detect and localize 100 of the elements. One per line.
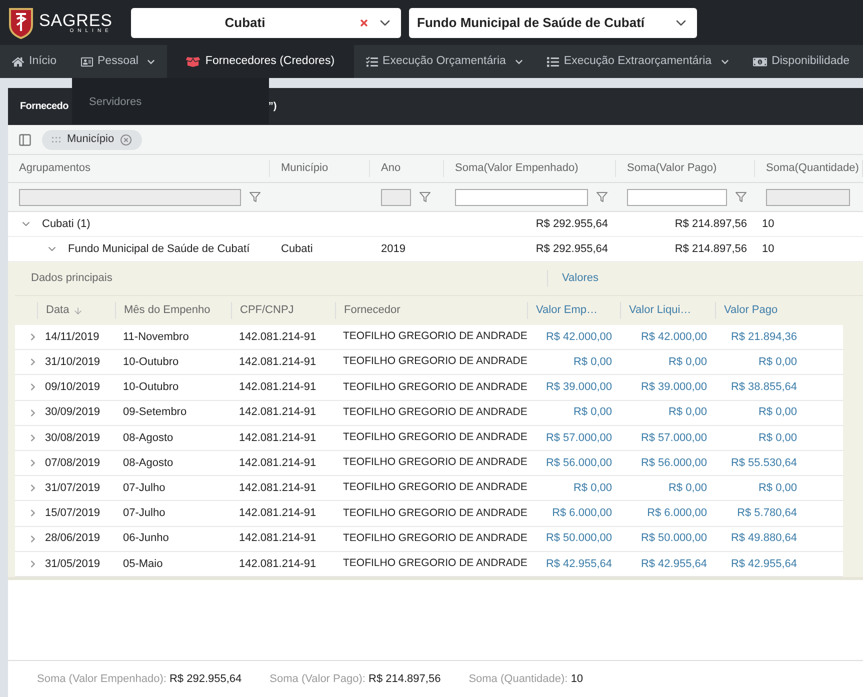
drag-handle-icon[interactable] bbox=[52, 136, 61, 142]
panel-toggle-icon[interactable] bbox=[18, 132, 32, 146]
column-header[interactable]: Fornecedor bbox=[335, 302, 527, 319]
column-header[interactable]: Agrupamentos bbox=[8, 160, 270, 177]
column-header[interactable]: Valor Emp… bbox=[527, 302, 620, 319]
contact-card-icon bbox=[80, 56, 92, 68]
table-cell-text: 142.081.214-91 bbox=[238, 480, 318, 496]
table-cell-text: 142.081.214-91 bbox=[238, 556, 318, 572]
table-cell-text: R$ 0,00 bbox=[757, 480, 798, 496]
column-header[interactable]: Soma(Quantidade) bbox=[755, 160, 863, 177]
panel-title: ”) bbox=[268, 100, 277, 114]
table-cell-text: TEOFILHO GREGORIO DE ANDRADE bbox=[342, 455, 527, 470]
nav-tab[interactable]: Pessoal bbox=[68, 45, 168, 78]
table-cell-text: 09/10/2019 bbox=[44, 380, 102, 396]
expand-row-icon[interactable] bbox=[29, 560, 37, 568]
filter-field[interactable] bbox=[627, 188, 727, 206]
table-cell-text: 10-Outubro bbox=[122, 355, 180, 370]
table-cell-text: TEOFILHO GREGORIO DE ANDRADE bbox=[342, 506, 527, 521]
nav-tab[interactable]: Execução Extraorçamentária bbox=[534, 45, 741, 78]
column-header[interactable]: Ano bbox=[370, 160, 444, 177]
table-cell-text: R$ 50.000,00 bbox=[640, 531, 708, 546]
table-cell-text: R$ 49.880,64 bbox=[730, 531, 798, 546]
select-field[interactable]: Cubati bbox=[131, 8, 401, 38]
table-cell-text: TEOFILHO GREGORIO DE ANDRADE bbox=[342, 430, 527, 445]
panel-title: Fornecedo bbox=[20, 100, 68, 114]
table-cell-text: R$ 39.000,00 bbox=[544, 380, 613, 396]
table-cell-text: R$ 0,00 bbox=[757, 355, 798, 370]
table-cell-text: R$ 55.530,64 bbox=[730, 456, 798, 471]
table-cell-text: 06-Junho bbox=[122, 531, 170, 546]
table-cell-text: R$ 57.000,00 bbox=[640, 430, 708, 446]
filter-icon[interactable] bbox=[419, 191, 431, 203]
table-cell-text: R$ 21.894,36 bbox=[730, 330, 798, 345]
sort-arrow-icon bbox=[73, 306, 84, 316]
table-cell-text: 142.081.214-91 bbox=[238, 506, 318, 522]
table-cell-text: 09-Setembro bbox=[122, 405, 188, 420]
table-cell-text: 07/08/2019 bbox=[44, 456, 102, 471]
column-header[interactable]: Município bbox=[270, 160, 370, 177]
expand-row-icon[interactable] bbox=[29, 509, 37, 518]
table-cell-text: R$ 42.955,64 bbox=[640, 556, 708, 572]
table-cell-text: 30/09/2019 bbox=[44, 405, 102, 420]
filter-icon[interactable] bbox=[735, 191, 747, 203]
table-cell-text: R$ 42.955,64 bbox=[544, 556, 613, 572]
table-cell-text: R$ 42.955,64 bbox=[730, 556, 798, 572]
table-cell-text: 10 bbox=[761, 242, 776, 257]
table-cell-text: 11-Novembro bbox=[122, 330, 190, 345]
column-header[interactable]: Soma(Valor Empenhado) bbox=[444, 160, 616, 177]
column-header[interactable]: Mês do Empenho bbox=[115, 302, 231, 319]
expand-row-icon[interactable] bbox=[29, 434, 37, 442]
table-cell-text: TEOFILHO GREGORIO DE ANDRADE bbox=[342, 329, 527, 344]
expand-row-icon[interactable] bbox=[29, 459, 37, 468]
filter-icon[interactable] bbox=[249, 191, 261, 203]
table-cell-text: R$ 6.000,00 bbox=[551, 506, 613, 522]
group-label: Cubati (1) bbox=[42, 216, 90, 232]
column-header[interactable]: Valor Liqui… bbox=[620, 302, 715, 319]
select-field[interactable]: Fundo Municipal de Saúde de Cubatí bbox=[409, 8, 697, 38]
checklist-icon bbox=[366, 56, 378, 68]
table-cell-text: 14/11/2019 bbox=[44, 330, 100, 345]
nav-tab[interactable]: Início bbox=[0, 45, 68, 78]
filter-field[interactable] bbox=[455, 188, 588, 206]
nav-tab[interactable]: Disponibilidade bbox=[740, 45, 862, 78]
table-cell-text: R$ 5.780,64 bbox=[736, 506, 798, 522]
band-header: Valores bbox=[547, 270, 833, 287]
table-cell-text: TEOFILHO GREGORIO DE ANDRADE bbox=[342, 380, 527, 395]
table-cell-text: R$ 214.897,56 bbox=[674, 216, 748, 232]
table-cell-text: 28/06/2019 bbox=[44, 531, 102, 546]
nav-tab[interactable]: Execução Orçamentária bbox=[354, 45, 535, 78]
clear-icon[interactable] bbox=[359, 18, 369, 28]
expand-row-icon[interactable] bbox=[29, 534, 37, 543]
home-icon bbox=[12, 56, 24, 68]
group-label: Fundo Municipal de Saúde de Cubatí bbox=[68, 242, 250, 257]
table-cell-text: 31/10/2019 bbox=[44, 355, 102, 370]
column-header[interactable]: Data bbox=[37, 302, 115, 319]
table-cell-text: TEOFILHO GREGORIO DE ANDRADE bbox=[342, 530, 527, 546]
group-chip[interactable]: Município bbox=[42, 130, 142, 150]
expand-row-icon[interactable] bbox=[29, 358, 37, 366]
filter-icon[interactable] bbox=[596, 191, 608, 203]
table-cell-text: R$ 0,00 bbox=[757, 430, 798, 446]
column-header[interactable]: Valor Pago bbox=[715, 302, 805, 319]
expand-row-icon[interactable] bbox=[29, 333, 37, 342]
table-cell-text: 10-Outubro bbox=[122, 380, 180, 396]
table-cell-text: TEOFILHO GREGORIO DE ANDRADE bbox=[342, 404, 527, 420]
column-header[interactable]: CPF/CNPJ bbox=[231, 302, 335, 319]
nav-tab[interactable]: Fornecedores (Credores) bbox=[167, 45, 354, 78]
remove-icon[interactable] bbox=[120, 134, 132, 146]
table-cell-text: 142.081.214-91 bbox=[238, 405, 318, 420]
table-cell-text: TEOFILHO GREGORIO DE ANDRADE bbox=[342, 556, 527, 571]
table-cell-text: 142.081.214-91 bbox=[238, 330, 318, 345]
table-cell-text: 142.081.214-91 bbox=[238, 355, 318, 370]
expand-row-icon[interactable] bbox=[29, 383, 37, 392]
expand-row-icon[interactable] bbox=[29, 484, 37, 492]
table-cell-text: R$ 50.000,00 bbox=[544, 531, 613, 546]
table-cell-text: 07-Julho bbox=[122, 480, 166, 496]
column-header[interactable]: Soma(Valor Pago) bbox=[616, 160, 755, 177]
table-cell-text: 31/07/2019 bbox=[44, 480, 102, 496]
table-cell-text: R$ 56.000,00 bbox=[544, 456, 613, 471]
table-cell-text: R$ 214.897,56 bbox=[674, 242, 748, 257]
table-cell-text: 142.081.214-91 bbox=[238, 430, 318, 446]
list-icon bbox=[546, 56, 559, 68]
band-header: Dados principais bbox=[30, 271, 114, 286]
expand-row-icon[interactable] bbox=[29, 408, 37, 417]
